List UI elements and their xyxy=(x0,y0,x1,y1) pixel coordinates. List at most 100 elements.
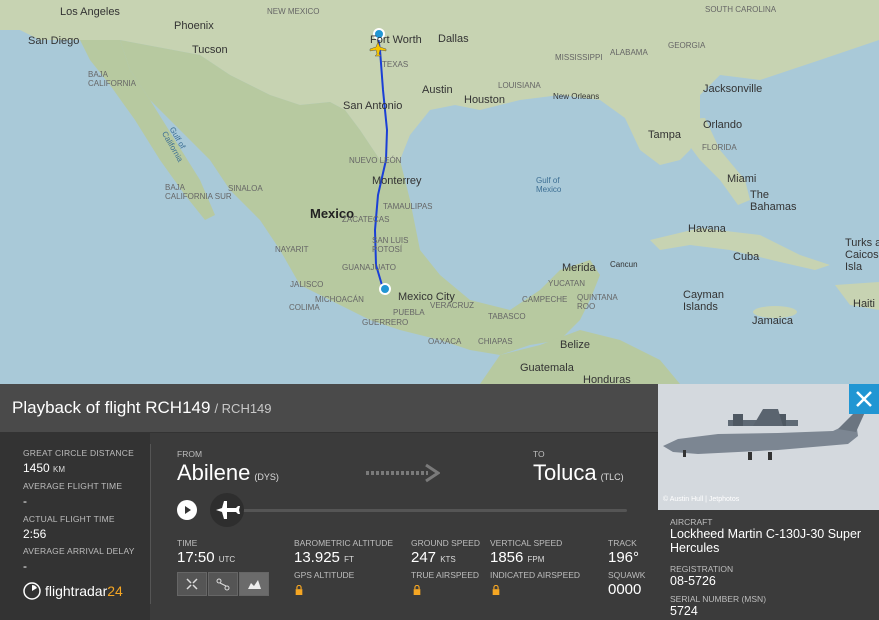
map-label-alabama: ALABAMA xyxy=(610,48,648,57)
map-label-campeche: CAMPECHE xyxy=(522,295,567,304)
gs-number: 247 xyxy=(411,549,437,566)
gc-distance-value: 1450 xyxy=(23,461,50,475)
map-label-cuba: Cuba xyxy=(733,251,760,263)
time-label: TIME xyxy=(177,538,198,548)
map-label-michoacan: MICHOACÁN xyxy=(315,295,364,304)
time-number: 17:50 xyxy=(177,549,215,566)
map-label-oaxaca: OAXACA xyxy=(428,337,462,346)
playback-handle[interactable] xyxy=(210,493,244,527)
destination-city[interactable]: Toluca (TLC) xyxy=(533,460,624,486)
map-label-jalisco: JALISCO xyxy=(290,280,323,289)
map-label-belize: Belize xyxy=(560,339,590,351)
gs-unit: KTS xyxy=(440,555,456,564)
map-label-havana: Havana xyxy=(688,223,727,235)
map-label-san-diego: San Diego xyxy=(28,35,79,47)
map-label-tamaulipas: TAMAULIPAS xyxy=(383,202,433,211)
map-label-haiti: Haiti xyxy=(853,298,875,310)
indicated-airspeed-label: INDICATED AIRSPEED xyxy=(490,570,581,580)
track-value: 196° xyxy=(608,549,640,566)
baro-altitude-label: BAROMETRIC ALTITUDE xyxy=(294,538,394,548)
view-collapse-button[interactable] xyxy=(177,572,207,596)
map-label-tabasco: TABASCO xyxy=(488,312,526,321)
map-label-florida: FLORIDA xyxy=(702,143,737,152)
stat-value: - xyxy=(23,559,27,573)
aircraft-value: Lockheed Martin C-130J-30 Super Hercules xyxy=(670,527,862,555)
map-label-los-angeles: Los Angeles xyxy=(60,6,120,18)
photo-credit[interactable]: © Austin Hull | Jetphotos xyxy=(663,496,739,503)
airplane-icon xyxy=(216,501,240,519)
map-label-honduras: Honduras xyxy=(583,374,631,384)
from-label: FROM xyxy=(177,449,203,459)
flight-map[interactable]: Los Angeles San Diego Phoenix Tucson NEW… xyxy=(0,0,879,384)
close-button[interactable] xyxy=(849,384,879,414)
view-route-button[interactable] xyxy=(208,572,238,596)
flightradar24-logo[interactable]: flightradar24 xyxy=(23,582,123,600)
map-label-puebla: PUEBLA xyxy=(393,308,425,317)
map-label-merida: Merida xyxy=(562,262,597,274)
destination-city-name: Toluca xyxy=(533,460,597,485)
origin-city-name: Abilene xyxy=(177,460,251,485)
playback-timeline-slider[interactable] xyxy=(240,509,627,512)
time-value: 17:50 UTC xyxy=(177,549,235,566)
map-label-fort-worth: Fort Worth xyxy=(370,34,422,46)
flight-callsign: / RCH149 xyxy=(214,401,272,416)
map-label-veracruz: VERACRUZ xyxy=(430,301,474,310)
panel-title: Playback of flight RCH149/ RCH149 xyxy=(12,398,272,418)
map-label-zacatecas: ZACATECAS xyxy=(342,215,389,224)
route-arrow-icon xyxy=(366,463,440,483)
radar-icon xyxy=(23,582,41,600)
map-label-cayman-islands: Cayman Islands xyxy=(683,289,724,313)
map-label-texas: TEXAS xyxy=(382,60,408,69)
map-label-chiapas: CHIAPAS xyxy=(478,337,513,346)
map-label-mississippi: MISSISSIPPI xyxy=(555,53,603,62)
map-label-nayarit: NAYARIT xyxy=(275,245,309,254)
map-label-guanajuato: GUANAJUATO xyxy=(342,263,396,272)
map-label-san-antonio: San Antonio xyxy=(343,100,402,112)
map-label-jamaica: Jamaica xyxy=(752,315,794,327)
vs-number: 1856 xyxy=(490,549,524,566)
origin-code: (DYS) xyxy=(254,472,279,482)
view-graph-button[interactable] xyxy=(239,572,269,596)
map-label-yucatan: YUCATAN xyxy=(548,279,585,288)
vertical-speed-value: 1856 FPM xyxy=(490,549,544,566)
map-label-colima: COLIMA xyxy=(289,303,320,312)
route-icon xyxy=(216,578,230,591)
track-label: TRACK xyxy=(608,538,637,548)
map-label-tampa: Tampa xyxy=(648,129,682,141)
vs-unit: FPM xyxy=(527,555,545,564)
map-label-jacksonville: Jacksonville xyxy=(703,83,762,95)
serial-number-value: 5724 xyxy=(670,604,698,618)
map-label-new-mexico: NEW MEXICO xyxy=(267,7,319,16)
to-label: TO xyxy=(533,449,545,459)
logo-text: flightradar xyxy=(45,583,108,599)
destination-marker-icon[interactable] xyxy=(379,283,391,295)
lock-icon[interactable] xyxy=(491,585,501,595)
registration-label: REGISTRATION xyxy=(670,564,734,574)
baro-number: 13.925 xyxy=(294,549,340,566)
map-label-houston: Houston xyxy=(464,94,505,106)
stat-average-arrival-delay: AVERAGE ARRIVAL DELAY - xyxy=(23,546,135,573)
stat-label: ACTUAL FLIGHT TIME xyxy=(23,514,115,524)
map-label-miami: Miami xyxy=(727,173,756,185)
map-label-tucson: Tucson xyxy=(192,44,228,56)
lock-icon[interactable] xyxy=(294,585,304,595)
map-label-guerrero: GUERRERO xyxy=(362,318,408,327)
aircraft-photo[interactable] xyxy=(658,384,879,510)
map-label-georgia: GEORGIA xyxy=(668,41,706,50)
map-label-monterrey: Monterrey xyxy=(372,175,422,187)
stat-value: 1450 KM xyxy=(23,461,134,475)
lock-icon[interactable] xyxy=(412,585,422,595)
map-label-louisiana: LOUISIANA xyxy=(498,81,541,90)
map-label-austin: Austin xyxy=(422,84,453,96)
play-button[interactable] xyxy=(177,500,197,520)
flight-title: Playback of flight RCH149 xyxy=(12,398,211,417)
origin-city[interactable]: Abilene (DYS) xyxy=(177,460,279,486)
gc-distance-unit: KM xyxy=(53,465,66,474)
map-label-new-orleans: New Orleans xyxy=(553,92,599,101)
registration-value: 08-5726 xyxy=(670,574,716,588)
map-label-gulf-of-mexico: Gulf of Mexico xyxy=(536,176,562,194)
panel-header: Playback of flight RCH149/ RCH149 xyxy=(0,384,658,433)
stat-value: 2:56 xyxy=(23,527,47,541)
collapse-icon xyxy=(186,578,198,590)
aircraft-label: AIRCRAFT xyxy=(670,517,713,527)
